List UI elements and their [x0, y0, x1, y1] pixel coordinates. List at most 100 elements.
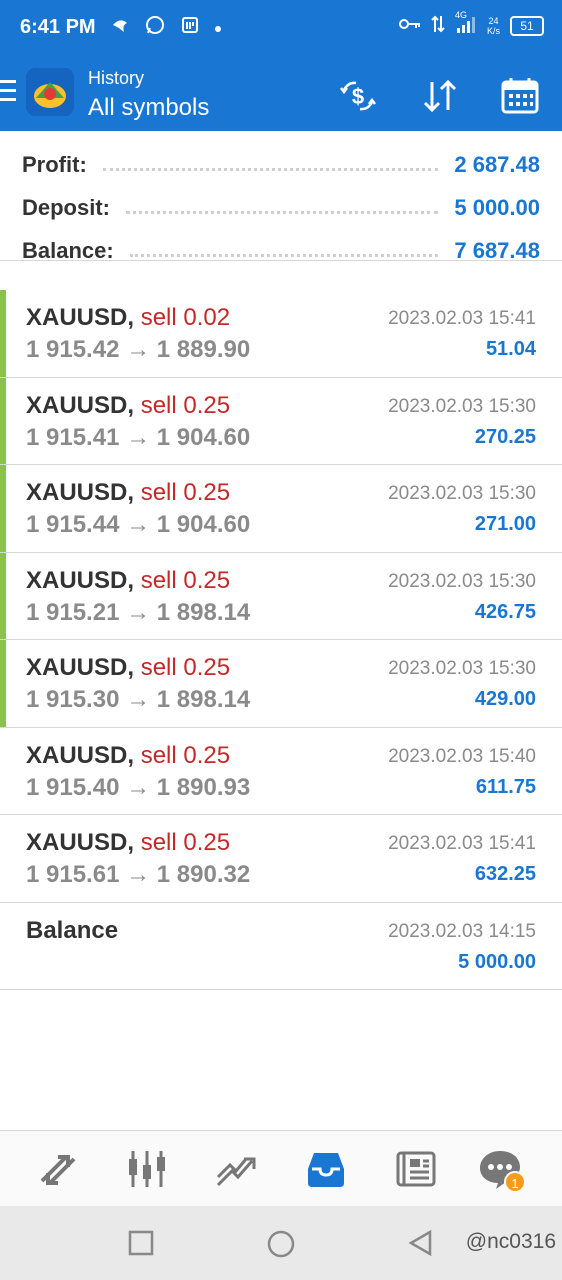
deal-prices: 1 915.21 → 1 898.14: [26, 599, 250, 627]
deal-time: 2023.02.03 15:30: [388, 395, 536, 417]
deal-side: sell 0.25: [140, 391, 231, 419]
arrow-icon: →: [126, 598, 151, 626]
close-price: 1 889.90: [156, 336, 251, 363]
open-price: 1 915.40: [26, 773, 120, 801]
deal-profit: 426.75: [474, 600, 536, 623]
deal-time: 2023.02.03 15:41: [388, 833, 536, 854]
arrow-icon: →: [126, 686, 151, 713]
news-icon[interactable]: [394, 1147, 438, 1191]
back-button[interactable]: [408, 1229, 434, 1257]
calendar-icon[interactable]: [500, 76, 540, 116]
sort-icon[interactable]: [420, 76, 460, 116]
deal-prices: 1 915.61 → 1 890.32: [26, 861, 250, 889]
status-bar: 6:41 PM 4G 24 K/s 51: [0, 0, 562, 58]
deal-row[interactable]: XAUUSD, sell 0.25 1 915.44 → 1 904.60 20…: [0, 465, 562, 553]
trade-icon[interactable]: [214, 1147, 258, 1191]
deal-row[interactable]: XAUUSD, sell 0.25 1 915.40 → 1 890.93 20…: [0, 728, 562, 815]
balance-entry-row[interactable]: Balance 2023.02.03 14:15 5 000.00: [0, 903, 562, 990]
deal-prices: 1 915.44 → 1 904.60: [26, 511, 250, 539]
dot-icon: [214, 17, 222, 38]
deal-row[interactable]: XAUUSD, sell 0.25 1 915.21 → 1 898.14 20…: [0, 552, 562, 640]
balance-entry-amount: 5 000.00: [458, 950, 536, 973]
app-bar: History All symbols $: [0, 58, 562, 131]
close-price: 1 904.60: [156, 423, 251, 451]
chart-icon[interactable]: [125, 1147, 169, 1191]
symbol-text: XAUUSD,: [26, 479, 135, 506]
deal-row[interactable]: XAUUSD, sell 0.25 1 915.41 → 1 904.60 20…: [0, 377, 562, 465]
arrow-icon: →: [126, 861, 151, 888]
deal-symbol: XAUUSD, sell 0.25: [26, 479, 230, 507]
balance-row: Balance: 7 687.48: [22, 231, 540, 271]
symbol-text: XAUUSD,: [26, 654, 135, 681]
history-icon[interactable]: [304, 1147, 348, 1191]
deal-symbol: XAUUSD, sell 0.25: [26, 392, 230, 420]
speed-unit: K/s: [486, 25, 500, 36]
menu-icon[interactable]: [0, 80, 16, 104]
deal-prices: 1 915.40 → 1 890.93: [26, 774, 250, 802]
deal-row[interactable]: XAUUSD, sell 0.25 1 915.30 → 1 898.14 20…: [0, 640, 562, 728]
dotted-leader: [126, 210, 439, 214]
currency-exchange-icon[interactable]: $: [338, 76, 378, 116]
open-price: 1 915.61: [26, 861, 120, 888]
deal-symbol: XAUUSD, sell 0.25: [26, 742, 230, 770]
arrow-icon: →: [126, 511, 151, 538]
balance-entry-time: 2023.02.03 14:15: [388, 920, 536, 942]
dotted-leader: [102, 167, 439, 171]
dotted-leader: [129, 253, 439, 257]
notification-icons: [110, 14, 222, 41]
symbol-text: XAUUSD,: [26, 741, 135, 769]
network-speed: 24 K/s: [487, 16, 500, 36]
status-time: 6:41 PM: [20, 16, 96, 38]
profit-value: 2 687.48: [454, 152, 540, 177]
deal-symbol: XAUUSD, sell 0.25: [26, 829, 230, 857]
app-bar-subtitle: History: [88, 68, 145, 88]
deposit-label: Deposit:: [22, 195, 110, 220]
messages-icon[interactable]: 1: [478, 1147, 526, 1193]
close-price: 1 890.93: [156, 773, 251, 801]
whatsapp-icon: [144, 14, 166, 41]
deal-side: sell 0.25: [140, 741, 231, 769]
deal-profit: 270.25: [474, 425, 536, 448]
deal-side: sell 0.25: [140, 479, 231, 506]
deal-symbol: XAUUSD, sell 0.02: [26, 304, 230, 332]
deal-list: XAUUSD, sell 0.02 1 915.42 → 1 889.90 20…: [0, 290, 562, 990]
open-price: 1 915.42: [26, 336, 120, 363]
deal-row[interactable]: XAUUSD, sell 0.02 1 915.42 → 1 889.90 20…: [0, 290, 562, 378]
app-bar-title[interactable]: All symbols: [88, 94, 209, 122]
deal-prices: 1 915.42 → 1 889.90: [26, 336, 250, 364]
deal-time: 2023.02.03 15:30: [388, 658, 536, 679]
deal-row[interactable]: XAUUSD, sell 0.25 1 915.61 → 1 890.32 20…: [0, 815, 562, 903]
app-notification-icon: [110, 15, 130, 40]
system-navigation-bar: @nc0316: [0, 1206, 562, 1280]
symbol-text: XAUUSD,: [26, 304, 135, 331]
close-price: 1 904.60: [156, 511, 251, 538]
data-transfer-icon: [431, 14, 445, 37]
arrow-icon: →: [126, 336, 151, 363]
messages-badge: 1: [504, 1171, 526, 1193]
speed-value: 24: [488, 15, 499, 26]
deal-profit: 429.00: [474, 688, 536, 710]
deal-profit: 611.75: [475, 775, 536, 798]
home-button[interactable]: [267, 1230, 295, 1258]
account-summary: Profit: 2 687.48 Deposit: 5 000.00 Balan…: [0, 131, 562, 263]
app-logo: [26, 68, 74, 116]
deal-profit: 51.04: [485, 338, 536, 360]
close-price: 1 898.14: [156, 598, 251, 626]
signal-icon: 4G: [455, 10, 477, 37]
quotes-icon[interactable]: [36, 1147, 80, 1191]
network-type: 4G: [454, 10, 467, 20]
open-price: 1 915.44: [26, 511, 120, 538]
deposit-row: Deposit: 5 000.00: [22, 188, 540, 228]
deal-prices: 1 915.41 → 1 904.60: [26, 424, 250, 452]
deal-profit: 632.25: [474, 863, 536, 885]
recents-button[interactable]: [128, 1230, 154, 1256]
open-price: 1 915.30: [26, 686, 120, 713]
arrow-icon: →: [126, 423, 151, 451]
deal-side: sell 0.02: [140, 304, 231, 331]
key-icon: [398, 17, 421, 34]
balance-value: 7 687.48: [454, 238, 540, 263]
close-price: 1 898.14: [156, 686, 251, 713]
deal-time: 2023.02.03 15:41: [388, 308, 536, 329]
symbol-text: XAUUSD,: [26, 829, 135, 856]
profit-row: Profit: 2 687.48: [22, 145, 540, 185]
